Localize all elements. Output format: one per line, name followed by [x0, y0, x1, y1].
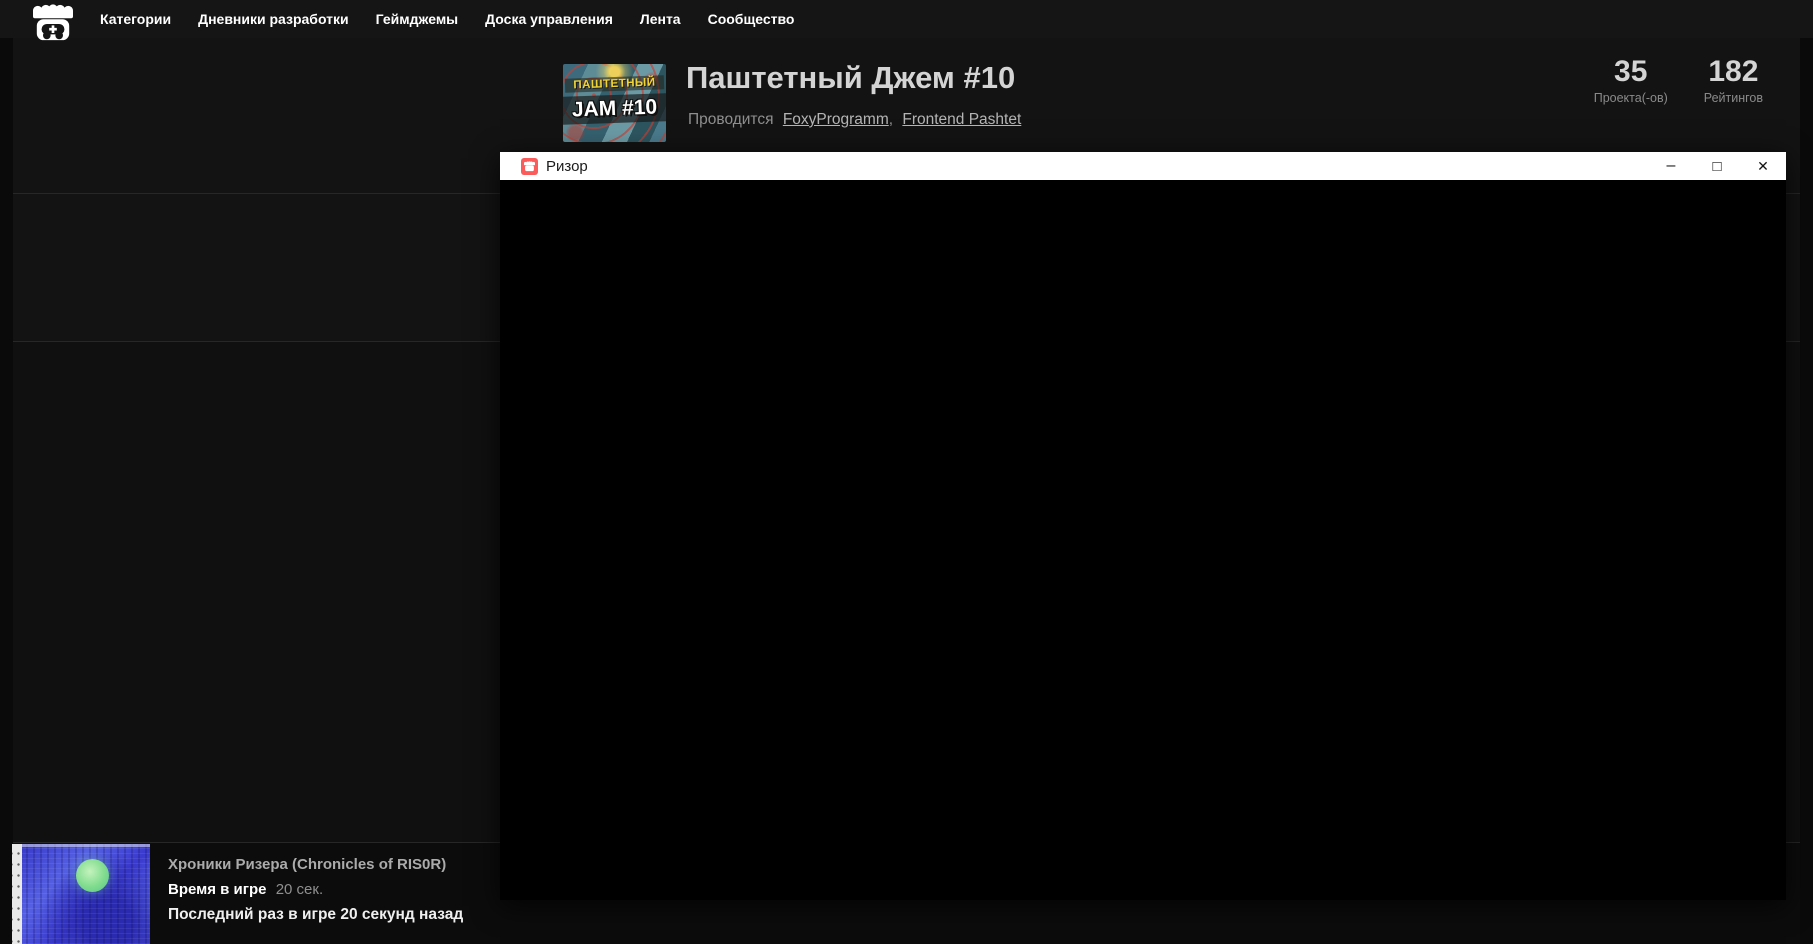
thumbnail-notebook-edge	[12, 844, 22, 944]
close-button[interactable]: ✕	[1740, 152, 1786, 180]
stat-projects-label: Проекта(-ов)	[1593, 91, 1668, 105]
nav-item-devlogs[interactable]: Дневники разработки	[198, 11, 349, 27]
game-screen[interactable]	[500, 180, 1786, 900]
nav-menu: Категории Дневники разработки Геймджемы …	[100, 0, 795, 38]
thumbnail-moon-graphic	[76, 859, 109, 892]
window-app-icon	[521, 157, 538, 175]
now-playing-thumbnail[interactable]	[12, 844, 150, 944]
jam-thumbnail-text-main: JAM #10	[563, 93, 666, 125]
now-playing-game-title[interactable]: Хроники Ризера (Chronicles of RIS0R)	[168, 856, 463, 873]
stat-ratings-label: Рейтингов	[1703, 91, 1763, 105]
window-titlebar[interactable]: Ризор – □ ✕	[500, 152, 1786, 180]
hosted-by-label: Проводится	[688, 111, 774, 128]
maximize-button[interactable]: □	[1694, 152, 1740, 180]
game-window: Ризор – □ ✕	[500, 152, 1786, 900]
itchio-logo-icon[interactable]	[29, 3, 77, 41]
jam-thumbnail-text-top: ПАШТЕТНЫЙ	[564, 75, 665, 93]
nav-item-community[interactable]: Сообщество	[708, 11, 795, 27]
stat-ratings: 182 Рейтингов	[1703, 55, 1763, 106]
host-link-frontend-pashtet[interactable]: Frontend Pashtet	[902, 111, 1021, 128]
stat-ratings-count: 182	[1708, 55, 1759, 88]
window-controls: – □ ✕	[1648, 152, 1786, 180]
jam-thumbnail: ПАШТЕТНЫЙ JAM #10	[563, 64, 666, 142]
playtime-row: Время в игре 20 сек.	[168, 881, 463, 898]
stat-projects: 35 Проекта(-ов)	[1593, 55, 1668, 106]
stat-projects-count: 35	[1614, 55, 1648, 88]
nav-item-feed[interactable]: Лента	[640, 11, 681, 27]
host-link-foxyprogramm[interactable]: FoxyProgramm	[783, 111, 889, 128]
nav-item-dashboard[interactable]: Доска управления	[485, 11, 613, 27]
jam-title: Паштетный Джем #10	[686, 60, 1016, 95]
top-navbar: Категории Дневники разработки Геймджемы …	[0, 0, 1813, 41]
last-played-text: Последний раз в игре 20 секунд назад	[168, 906, 464, 923]
nav-item-categories[interactable]: Категории	[100, 11, 171, 27]
jam-byline: Проводится FoxyProgramm, Frontend Pashte…	[688, 111, 1021, 129]
page: Категории Дневники разработки Геймджемы …	[0, 0, 1813, 944]
window-title: Ризор	[546, 157, 588, 175]
playtime-value: 20 сек.	[275, 881, 324, 898]
jam-stats: 35 Проекта(-ов) 182 Рейтингов	[1593, 55, 1763, 106]
playtime-label: Время в игре	[168, 881, 267, 898]
host-separator: ,	[888, 111, 894, 128]
now-playing-info: Хроники Ризера (Chronicles of RIS0R) Вре…	[168, 856, 463, 924]
nav-item-game-jams[interactable]: Геймджемы	[376, 11, 459, 27]
